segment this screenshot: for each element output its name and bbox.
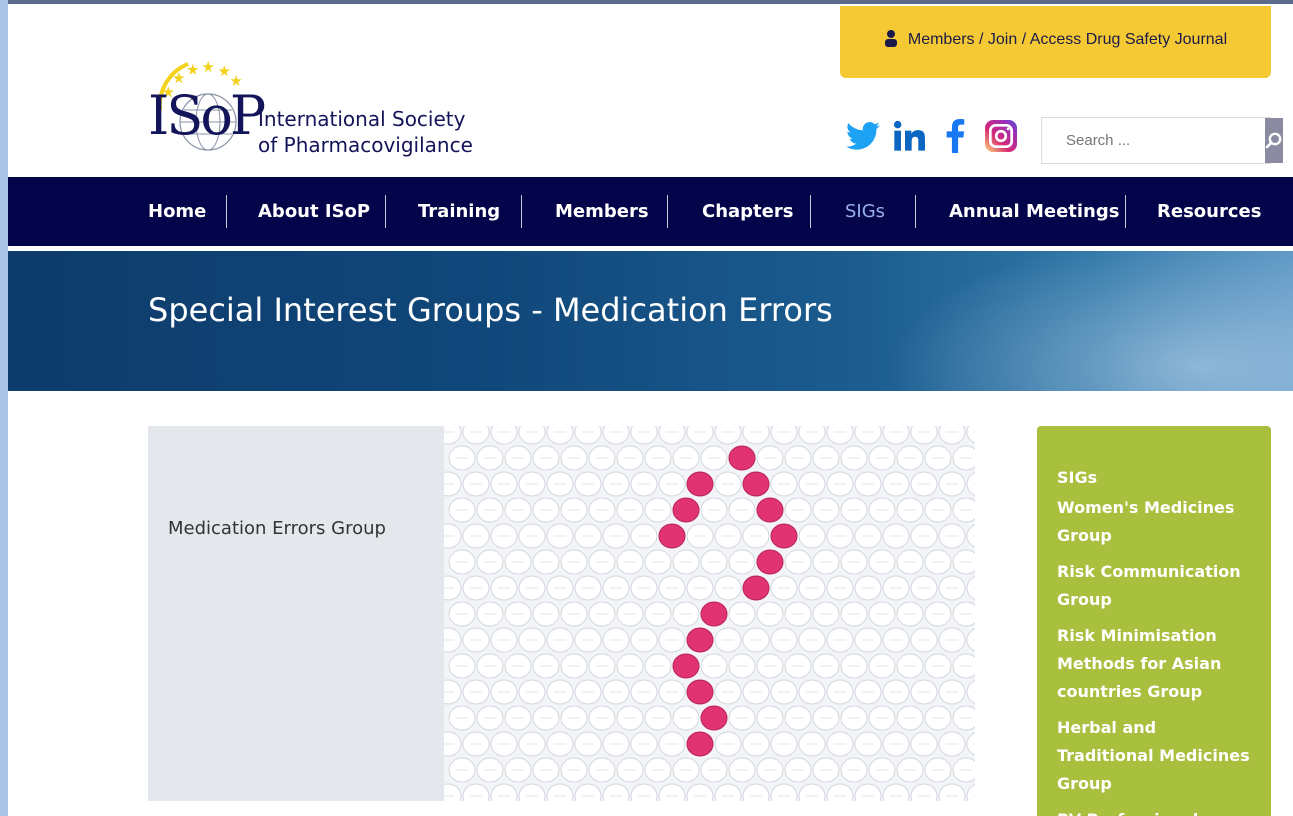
nav-item-resources[interactable]: Resources bbox=[1157, 177, 1261, 246]
main-navigation: Home About ISoP Training Members Chapter… bbox=[8, 177, 1293, 246]
search-icon bbox=[1265, 132, 1282, 148]
nav-divider bbox=[385, 195, 386, 228]
sigs-sidebar: SIGs Women's Medicines Group Risk Commun… bbox=[1037, 426, 1271, 816]
page-hero-banner: Special Interest Groups - Medication Err… bbox=[8, 251, 1293, 391]
logo-text-line2: of Pharmacovigilance bbox=[258, 133, 473, 157]
nav-item-members[interactable]: Members bbox=[555, 177, 649, 246]
nav-divider bbox=[915, 195, 916, 228]
group-card-label: Medication Errors Group bbox=[168, 518, 386, 539]
group-card: Medication Errors Group bbox=[148, 426, 444, 801]
user-icon bbox=[884, 29, 898, 52]
members-join-label: Members / Join / Access Drug Safety Jour… bbox=[907, 31, 1228, 48]
sidebar-item-womens-medicines[interactable]: Women's Medicines Group bbox=[1057, 494, 1251, 550]
logo-letters: ISoP bbox=[148, 84, 266, 147]
instagram-icon[interactable] bbox=[984, 116, 1018, 156]
facebook-icon[interactable] bbox=[938, 116, 972, 156]
page-title: Special Interest Groups - Medication Err… bbox=[148, 291, 833, 329]
nav-item-training[interactable]: Training bbox=[418, 177, 500, 246]
sidebar-item-risk-minimisation[interactable]: Risk Minimisation Methods for Asian coun… bbox=[1057, 622, 1251, 706]
nav-item-home[interactable]: Home bbox=[148, 177, 206, 246]
social-links bbox=[846, 116, 1018, 156]
nav-divider bbox=[667, 195, 668, 228]
nav-divider bbox=[521, 195, 522, 228]
nav-item-chapters[interactable]: Chapters bbox=[702, 177, 793, 246]
search-button[interactable] bbox=[1265, 118, 1283, 163]
twitter-icon[interactable] bbox=[846, 116, 880, 156]
nav-divider bbox=[226, 195, 227, 228]
nav-item-annual-meetings[interactable]: Annual Meetings bbox=[949, 177, 1119, 246]
sidebar-item-pv-professional[interactable]: PV Professional bbox=[1057, 806, 1251, 816]
logo-text-line1: International Society bbox=[258, 107, 466, 131]
sidebar-item-risk-communication[interactable]: Risk Communication Group bbox=[1057, 558, 1251, 614]
sidebar-item-sigs[interactable]: SIGs bbox=[1057, 464, 1251, 492]
search-form bbox=[1041, 117, 1283, 164]
search-input[interactable] bbox=[1042, 118, 1265, 163]
linkedin-icon[interactable] bbox=[892, 116, 926, 156]
sidebar-item-herbal-traditional[interactable]: Herbal and Traditional Medicines Group bbox=[1057, 714, 1251, 798]
nav-divider bbox=[810, 195, 811, 228]
logo-text: International Society of Pharmacovigilan… bbox=[258, 106, 473, 158]
nav-divider bbox=[1125, 195, 1126, 228]
pills-question-mark-image bbox=[444, 426, 975, 801]
pills-image-graphic bbox=[444, 426, 975, 801]
nav-item-about[interactable]: About ISoP bbox=[258, 177, 370, 246]
window-left-edge bbox=[0, 0, 8, 816]
nav-item-sigs[interactable]: SIGs bbox=[845, 177, 885, 246]
members-join-link[interactable]: Members / Join / Access Drug Safety Jour… bbox=[840, 6, 1271, 78]
